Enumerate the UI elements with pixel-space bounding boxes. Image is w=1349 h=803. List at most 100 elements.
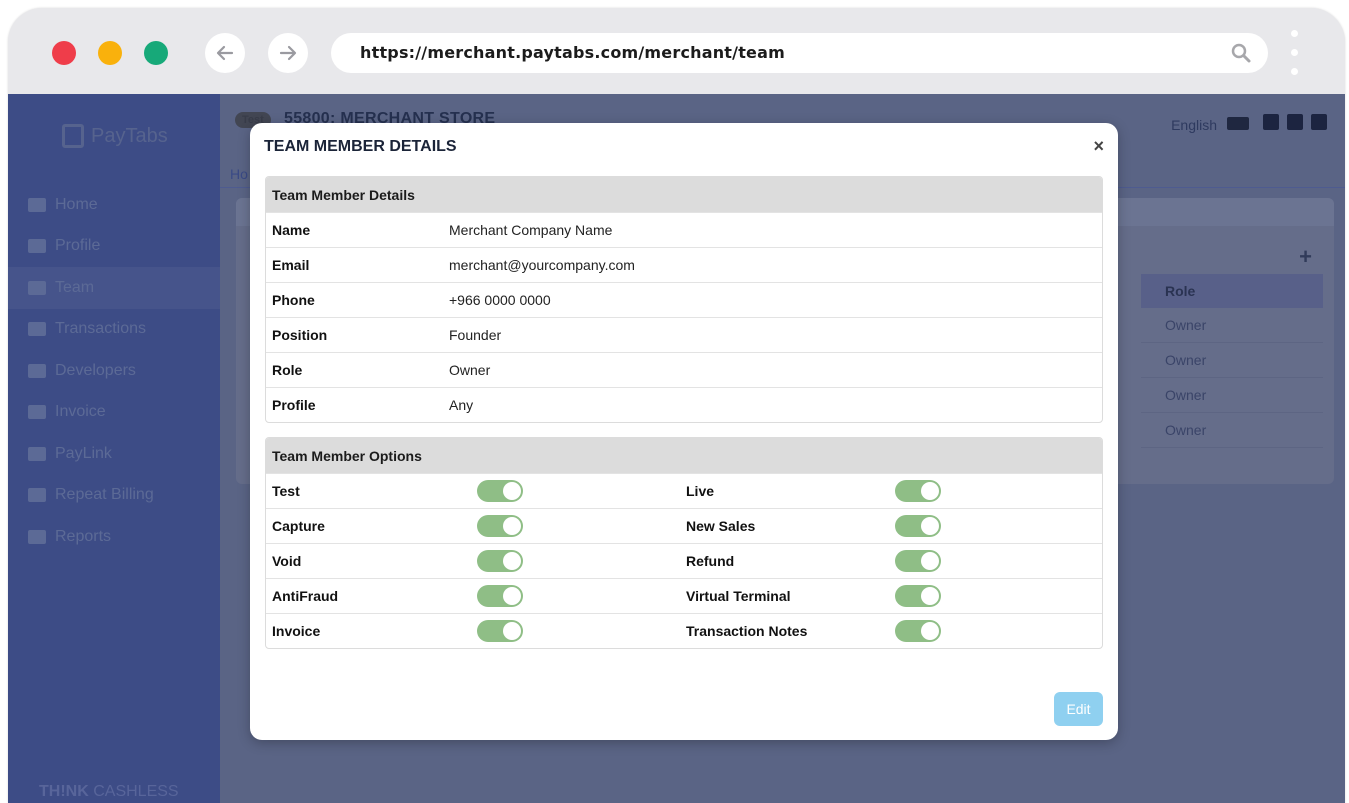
bar-chart-icon [28,529,46,544]
option-label: Virtual Terminal [686,588,791,604]
option-row: Invoice Transaction Notes [266,613,1102,648]
role-column-header: Role [1141,274,1323,308]
antifraud-toggle[interactable] [477,585,523,607]
toggle-knob [921,587,939,605]
detail-value: Merchant Company Name [449,222,613,238]
option-label: Capture [272,518,325,534]
option-label: Live [686,483,715,499]
code-icon [28,363,46,378]
toggle-knob [503,552,521,570]
back-button[interactable] [205,33,245,73]
detail-label: Phone [272,292,315,308]
option-label: Void [272,553,302,569]
capture-toggle[interactable] [477,515,523,537]
toggle-knob [503,587,521,605]
minimize-window-button[interactable] [98,41,122,65]
sidebar-item-paylink[interactable]: PayLink [8,433,220,475]
detail-label: Email [272,257,310,273]
test-toggle[interactable] [477,480,523,502]
refund-toggle[interactable] [895,550,941,572]
virtual-terminal-toggle[interactable] [895,585,941,607]
card-icon [28,322,46,337]
sidebar-item-label: PayLink [55,444,112,462]
sitemap-icon[interactable] [1263,114,1279,130]
sidebar-item-label: Team [55,278,95,296]
detail-value: Owner [449,362,491,378]
detail-value: Any [449,397,474,413]
sidebar-item-label: Reports [55,527,112,545]
sidebar-item-team[interactable]: Team [8,267,220,309]
detail-label: Name [272,222,311,238]
detail-row-role: Role Owner [266,352,1102,387]
close-window-button[interactable] [52,41,76,65]
sidebar-item-label: Invoice [55,403,106,421]
options-heading: Team Member Options [266,438,1102,473]
detail-value: +966 0000 0000 [449,292,551,308]
arrow-right-icon [279,45,297,61]
detail-label: Position [272,327,328,343]
breadcrumb[interactable]: Ho [230,166,248,182]
user-icon[interactable] [1311,114,1327,130]
link-icon [28,446,46,461]
void-toggle[interactable] [477,550,523,572]
option-label: Invoice [272,623,321,639]
table-cell-role: Owner [1141,308,1323,343]
sidebar-item-label: Repeat Billing [55,486,154,504]
option-row: Test Live [266,473,1102,508]
forward-button[interactable] [268,33,308,73]
team-table: Role Owner Owner Owner Owner [1141,274,1323,448]
option-row: Void Refund [266,543,1102,578]
option-row: AntiFraud Virtual Terminal [266,578,1102,613]
option-label: Refund [686,553,735,569]
toggle-knob [503,622,521,640]
detail-value: merchant@yourcompany.com [449,257,635,273]
sidebar-item-transactions[interactable]: Transactions [8,309,220,351]
table-cell-role: Owner [1141,343,1323,378]
option-label: Test [272,483,300,499]
close-icon[interactable]: × [1093,137,1104,155]
edit-button[interactable]: Edit [1054,692,1103,726]
sidebar-item-reports[interactable]: Reports [8,516,220,558]
sidebar-item-developers[interactable]: Developers [8,350,220,392]
sidebar-item-label: Profile [55,237,101,255]
paytabs-logo[interactable]: PayTabs [62,124,168,148]
sidebar-item-invoice[interactable]: Invoice [8,392,220,434]
live-toggle[interactable] [895,480,941,502]
toggle-knob [921,517,939,535]
search-icon[interactable] [1230,42,1252,64]
translate-icon[interactable] [1227,117,1249,130]
invoice-toggle[interactable] [477,620,523,642]
browser-window: https://merchant.paytabs.com/merchant/te… [8,8,1345,803]
detail-row-email: Email merchant@yourcompany.com [266,247,1102,282]
sidebar-menu: Home Profile Team Transactions Developer… [8,184,220,558]
sidebar-item-home[interactable]: Home [8,184,220,226]
new-sales-toggle[interactable] [895,515,941,537]
url-text: https://merchant.paytabs.com/merchant/te… [360,43,785,62]
paytabs-logo-icon [62,124,84,148]
details-heading: Team Member Details [266,177,1102,212]
toggle-knob [921,622,939,640]
toggle-knob [503,517,521,535]
calendar-icon [28,488,46,503]
option-row: Capture New Sales [266,508,1102,543]
maximize-window-button[interactable] [144,41,168,65]
sidebar-item-repeat-billing[interactable]: Repeat Billing [8,475,220,517]
language-selector[interactable]: English [1171,117,1217,133]
table-cell-role: Owner [1141,378,1323,413]
top-icons [1263,114,1327,130]
toggle-knob [921,482,939,500]
options-panel: Team Member Options Test Live Capture Ne… [265,437,1103,649]
mail-icon[interactable] [1287,114,1303,130]
bank-icon [28,239,46,254]
add-member-icon[interactable]: + [1299,244,1312,270]
logo-text: PayTabs [91,124,168,147]
detail-label: Role [272,362,303,378]
detail-row-name: Name Merchant Company Name [266,212,1102,247]
detail-value: Founder [449,327,502,343]
sidebar-item-profile[interactable]: Profile [8,226,220,268]
browser-menu-icon[interactable] [1290,30,1298,76]
tagline: TH!NK CASHLESS [39,783,179,800]
sidebar-item-label: Developers [55,361,136,379]
address-bar[interactable]: https://merchant.paytabs.com/merchant/te… [331,33,1268,73]
transaction-notes-toggle[interactable] [895,620,941,642]
